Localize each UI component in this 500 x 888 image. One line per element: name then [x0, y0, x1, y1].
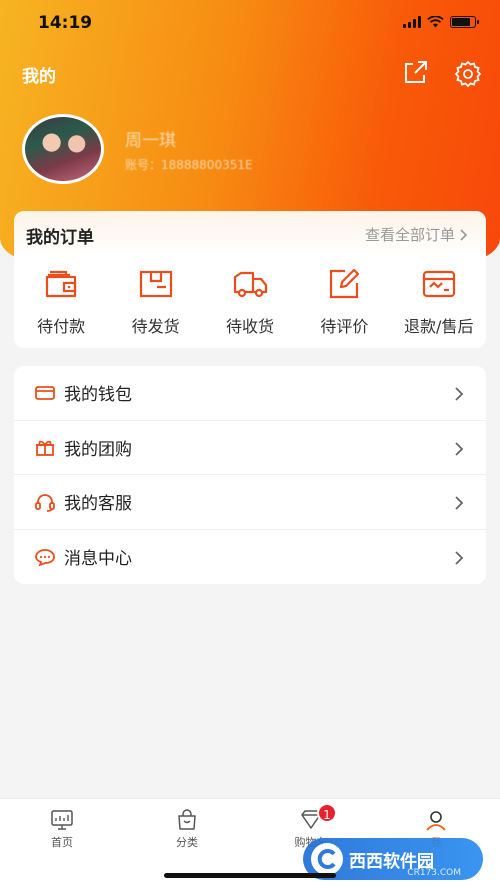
menu-item-customer-service[interactable]: 我的客服 [14, 475, 486, 530]
tab-category[interactable]: 分类 [152, 809, 222, 850]
chat-icon [35, 548, 55, 567]
order-status-row: 待付款 待发货 待收货 待评价 退款/售后 [14, 267, 486, 337]
tab-label: 首页 [51, 836, 73, 849]
order-pending-shipment[interactable]: 待发货 [111, 267, 201, 337]
chevron-right-icon [455, 441, 464, 456]
chevron-right-icon [460, 228, 468, 241]
package-icon [139, 270, 172, 298]
menu-item-label: 我的钱包 [64, 385, 132, 406]
refund-icon [422, 270, 455, 298]
gear-icon[interactable] [454, 60, 482, 88]
chevron-right-icon [455, 496, 464, 510]
order-item-label: 待发货 [131, 317, 180, 336]
wallet-icon [46, 270, 77, 298]
order-pending-receipt[interactable]: 待收货 [205, 267, 295, 337]
orders-title: 我的订单 [26, 228, 94, 248]
headset-icon [35, 493, 55, 512]
truck-icon [233, 271, 268, 298]
order-item-label: 待付款 [37, 317, 86, 336]
menu-item-messages[interactable]: 消息中心 [14, 530, 486, 585]
status-icons [403, 16, 479, 28]
user-name: 周一琪 [125, 131, 176, 151]
tab-label: 分类 [176, 836, 198, 849]
chevron-right-icon [455, 387, 464, 401]
order-item-label: 待收货 [225, 317, 274, 336]
battery-icon [450, 16, 479, 28]
order-refund-aftersale[interactable]: 退款/售后 [394, 267, 484, 337]
signal-icon [403, 16, 421, 28]
avatar[interactable] [22, 114, 104, 184]
user-icon [426, 811, 446, 831]
status-time: 14:19 [38, 13, 93, 33]
user-id: 账号：18888800351E [125, 158, 253, 172]
share-icon[interactable] [402, 60, 430, 86]
menu-item-label: 我的客服 [64, 494, 132, 515]
chevron-right-icon [455, 550, 464, 565]
orders-card: 我的订单 查看全部订单 待付款 待发货 待收货 待评价 退款/售后 [14, 211, 486, 348]
cart-badge: 1 [317, 803, 337, 823]
menu-item-group-buy[interactable]: 我的团购 [14, 421, 486, 475]
menu-item-label: 我的团购 [64, 439, 132, 460]
home-indicator [164, 873, 336, 878]
watermark-c-icon [311, 843, 343, 875]
order-item-label: 待评价 [320, 317, 369, 336]
gift-icon [36, 440, 54, 457]
page-title: 我的 [22, 67, 56, 87]
watermark-subtext: CR173.COM [407, 868, 461, 878]
view-all-orders-label: 查看全部订单 [364, 226, 455, 244]
tab-home[interactable]: 首页 [27, 809, 97, 850]
card-icon [35, 385, 55, 400]
menu-item-wallet[interactable]: 我的钱包 [14, 366, 486, 421]
order-pending-payment[interactable]: 待付款 [16, 267, 106, 337]
bag-icon [178, 809, 196, 830]
menu-item-label: 消息中心 [64, 549, 132, 570]
view-all-orders-link[interactable]: 查看全部订单 [365, 224, 468, 245]
edit-icon [330, 268, 360, 299]
menu-card: 我的钱包 我的团购 我的客服 消息中心 [14, 366, 486, 584]
order-pending-review[interactable]: 待评价 [299, 267, 389, 337]
wifi-icon [427, 16, 444, 28]
status-bar: 14:19 [0, 0, 500, 44]
monitor-icon [51, 810, 73, 830]
order-item-label: 退款/售后 [404, 317, 474, 336]
